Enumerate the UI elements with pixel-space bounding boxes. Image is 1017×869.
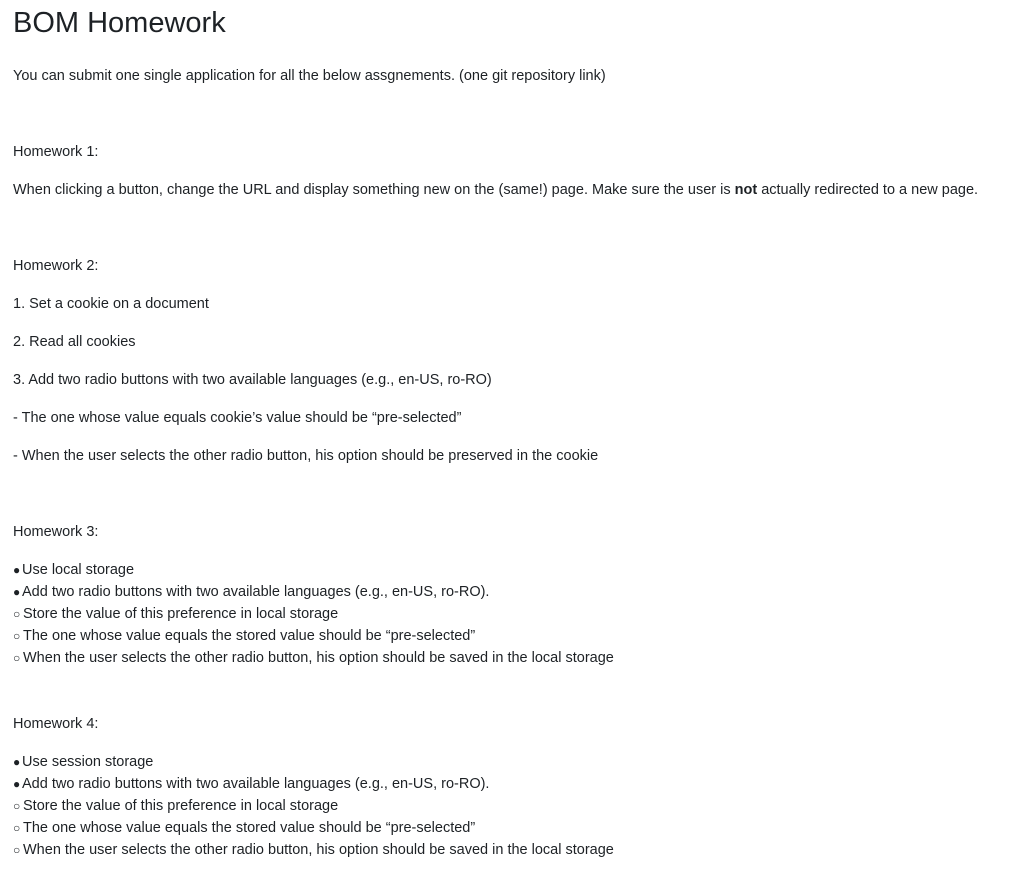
homework-4-item-text: Use session storage <box>22 754 154 770</box>
hollow-bullet-icon: ○ <box>13 607 21 621</box>
homework-2-item: 3. Add two radio buttons with two availa… <box>13 372 492 388</box>
homework-3-item-text: The one whose value equals the stored va… <box>23 628 476 644</box>
hollow-bullet-icon: ○ <box>13 651 21 665</box>
hollow-bullet-icon: ○ <box>13 799 21 813</box>
homework-4-item-text: Store the value of this preference in lo… <box>23 798 339 814</box>
homework-3-item-text: When the user selects the other radio bu… <box>23 650 614 666</box>
homework-3-item: ○ When the user selects the other radio b… <box>13 647 614 669</box>
homework-4-item-text: Add two radio buttons with two available… <box>22 776 490 792</box>
intro-text: You can submit one single application fo… <box>13 68 606 84</box>
homework-1-text-end: actually redirected to a new page. <box>757 182 979 198</box>
homework-3-item: ● Use local storage <box>13 559 134 581</box>
homework-4-item: ○ The one whose value equals the stored v… <box>13 817 475 839</box>
homework-2-item: 2. Read all cookies <box>13 334 136 350</box>
filled-bullet-icon: ● <box>13 563 21 577</box>
hollow-bullet-icon: ○ <box>13 821 21 835</box>
homework-4-item: ○ Store the value of this preference in l… <box>13 795 338 817</box>
homework-3-heading: Homework 3: <box>13 524 99 540</box>
homework-2-item: - The one whose value equals cookie’s va… <box>13 410 462 426</box>
homework-3-item: ● Add two radio buttons with two availabl… <box>13 581 489 603</box>
homework-2-item: 1. Set a cookie on a document <box>13 296 209 312</box>
homework-1-text-bold: not <box>734 182 758 198</box>
hollow-bullet-icon: ○ <box>13 843 21 857</box>
homework-1-text-start: When clicking a button, change the URL a… <box>13 182 735 198</box>
homework-2-item: - When the user selects the other radio … <box>13 448 599 464</box>
homework-3-item-text: Add two radio buttons with two available… <box>22 584 490 600</box>
homework-3-item-text: Store the value of this preference in lo… <box>23 606 339 622</box>
homework-4-item: ● Add two radio buttons with two availabl… <box>13 773 489 795</box>
page-title: BOM Homework <box>13 7 226 39</box>
homework-4-heading: Homework 4: <box>13 716 99 732</box>
homework-1-heading: Homework 1: <box>13 144 99 160</box>
hollow-bullet-icon: ○ <box>13 629 21 643</box>
filled-bullet-icon: ● <box>13 585 21 599</box>
homework-3-item: ○ The one whose value equals the stored v… <box>13 625 475 647</box>
filled-bullet-icon: ● <box>13 755 21 769</box>
homework-4-item: ○ When the user selects the other radio b… <box>13 839 614 861</box>
homework-2-heading: Homework 2: <box>13 258 99 274</box>
homework-3-item: ○ Store the value of this preference in l… <box>13 603 338 625</box>
homework-1-text: When clicking a button, change the URL a… <box>13 179 978 201</box>
homework-4-item-text: When the user selects the other radio bu… <box>23 842 614 858</box>
filled-bullet-icon: ● <box>13 777 21 791</box>
homework-4-item-text: The one whose value equals the stored va… <box>23 820 476 836</box>
homework-3-item-text: Use local storage <box>22 562 135 578</box>
homework-4-item: ● Use session storage <box>13 751 153 773</box>
